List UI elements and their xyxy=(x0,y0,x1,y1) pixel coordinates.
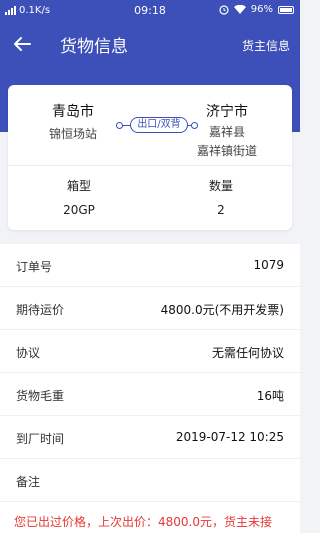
detail-value: 2019-07-12 10:25 xyxy=(175,430,284,444)
wifi-icon xyxy=(233,5,246,14)
detail-row-arrival-time: 到厂时间 2019-07-12 10:25 xyxy=(0,416,300,459)
detail-label: 货物毛重 xyxy=(16,389,65,403)
battery-percent: 96% xyxy=(250,4,273,15)
detail-label: 期待运价 xyxy=(16,303,65,317)
route-card: 青岛市 锦恒场站 出口/双背 济宁市 嘉祥县 嘉祥镇街道 箱型 20GP 数量 … xyxy=(8,85,292,230)
status-right: 96% xyxy=(219,4,294,15)
back-arrow-icon[interactable] xyxy=(10,32,34,56)
detail-row-order-number: 订单号 1079 xyxy=(0,244,300,287)
box-type-label: 箱型 xyxy=(66,179,91,193)
detail-row-agreement: 协议 无需任何协议 xyxy=(0,330,300,373)
dest-street: 嘉祥镇街道 xyxy=(196,144,257,158)
page-title: 货物信息 xyxy=(60,37,128,57)
route-section: 青岛市 锦恒场站 出口/双背 济宁市 嘉祥县 嘉祥镇街道 xyxy=(8,85,292,165)
status-bar: 0.1K/s 09:18 96% xyxy=(0,0,300,22)
detail-value: 1079 xyxy=(253,258,284,272)
quantity-label: 数量 xyxy=(208,179,233,193)
detail-row-expected-price: 期待运价 4800.0元(不用开发票) xyxy=(0,287,300,330)
card-divider xyxy=(8,165,292,166)
origin-station: 锦恒场站 xyxy=(48,127,97,141)
box-type: 箱型 20GP xyxy=(8,177,150,217)
box-type-value: 20GP xyxy=(63,203,95,217)
alarm-icon xyxy=(219,4,229,15)
origin-city: 青岛市 xyxy=(52,104,94,120)
origin: 青岛市 锦恒场站 xyxy=(28,101,118,142)
detail-value: 无需任何协议 xyxy=(211,346,284,360)
quantity: 数量 2 xyxy=(150,177,292,217)
detail-label: 到厂时间 xyxy=(16,432,65,446)
detail-value: 4800.0元(不用开发票) xyxy=(160,303,284,317)
detail-row-gross-weight: 货物毛重 16吨 xyxy=(0,373,300,416)
detail-label: 协议 xyxy=(16,346,41,360)
dest-city: 济宁市 xyxy=(206,104,248,120)
detail-label: 备注 xyxy=(16,475,41,489)
bid-notice: 您已出过价格，上次出价：4800.0元，货主未接 xyxy=(14,515,272,529)
details-list: 订单号 1079 期待运价 4800.0元(不用开发票) 协议 无需任何协议 货… xyxy=(0,244,300,533)
transport-mode-tag: 出口/双背 xyxy=(130,117,188,133)
dest-county: 嘉祥县 xyxy=(208,125,245,139)
shipper-info-button[interactable]: 货主信息 xyxy=(242,37,290,54)
detail-value: 16吨 xyxy=(256,389,284,403)
detail-label: 订单号 xyxy=(16,260,53,274)
route-start-dot xyxy=(116,122,123,129)
nav-bar: 货物信息 货主信息 xyxy=(0,22,300,66)
detail-row-remarks: 备注 xyxy=(0,459,300,502)
destination: 济宁市 嘉祥县 嘉祥镇街道 xyxy=(182,101,272,159)
battery-icon xyxy=(278,5,294,14)
quantity-value: 2 xyxy=(217,203,225,217)
